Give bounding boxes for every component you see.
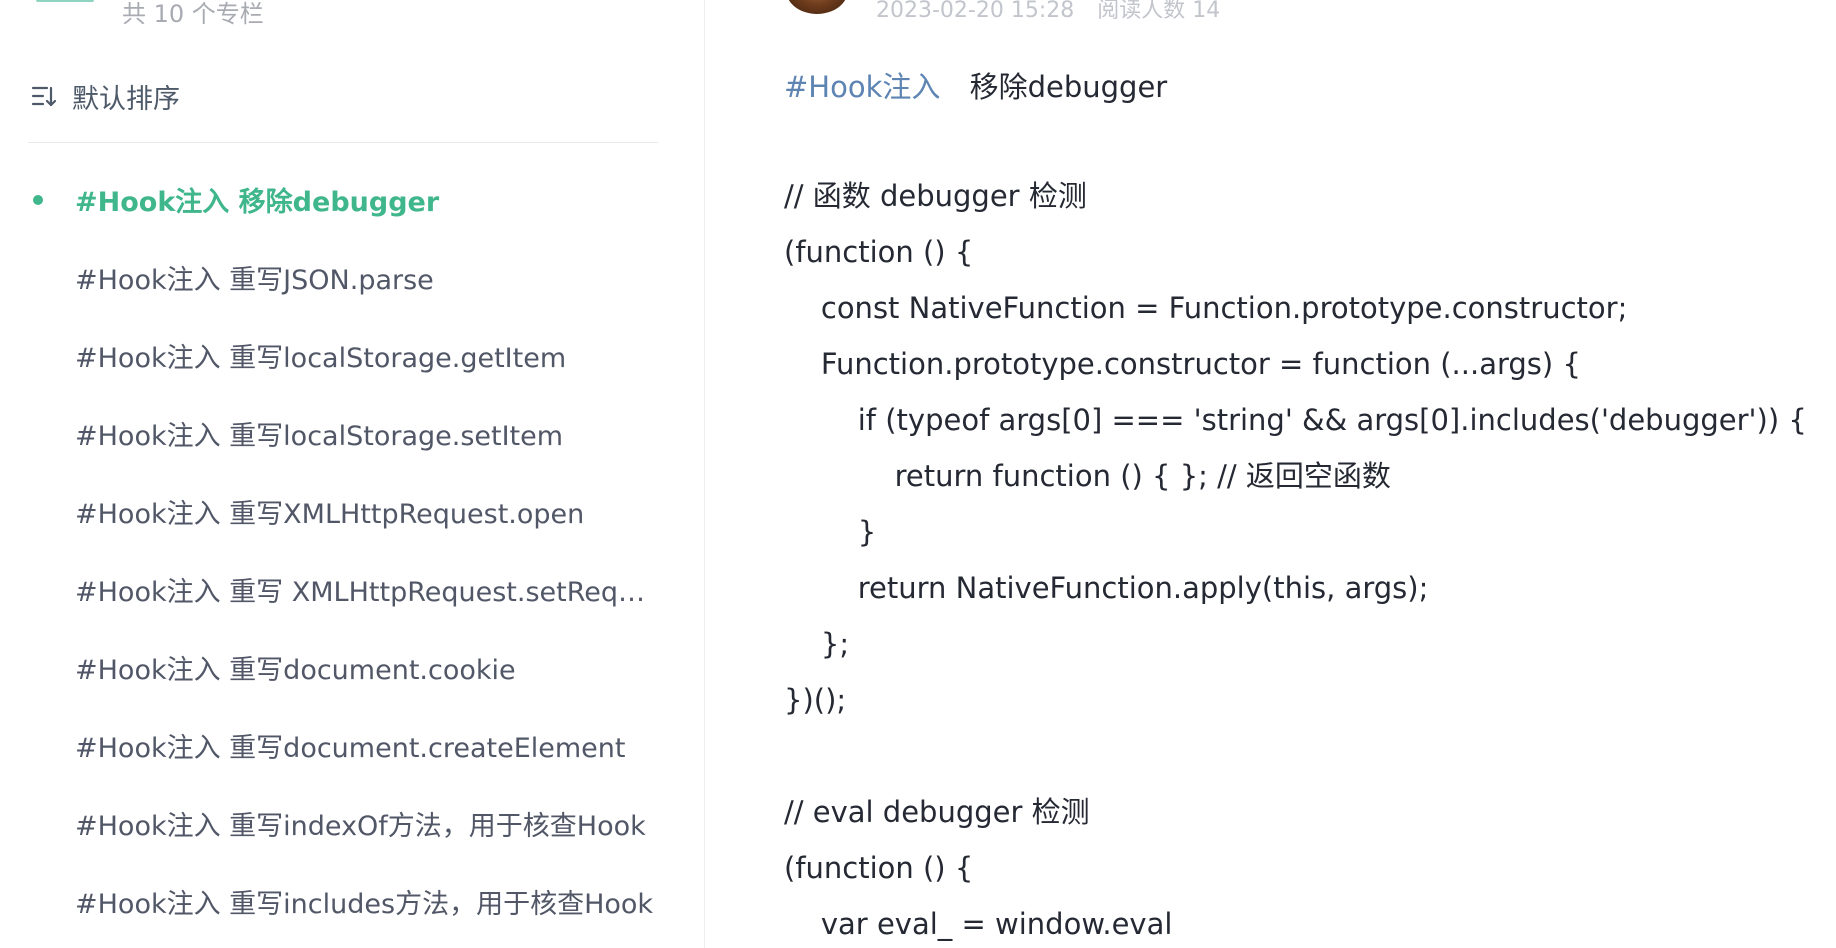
- column-article-title: #Hook注入 重写document.cookie: [75, 654, 516, 686]
- code-line: if (typeof args[0] === 'string' && args[…: [784, 403, 1807, 437]
- sort-lines-icon: [31, 86, 57, 107]
- sidebar-divider: [28, 142, 658, 143]
- column-article-title: #Hook注入 重写XMLHttpRequest.open: [75, 498, 585, 530]
- column-article-list: #Hook注入 移除debugger #Hook注入 重写JSON.parse #H…: [0, 160, 704, 940]
- code-block: // 函数 debugger 检测 (function () { const Na…: [784, 168, 1824, 948]
- code-line: (function () {: [784, 851, 974, 885]
- column-article-title: #Hook注入 重写 XMLHttpRequest.setRequestHead…: [75, 576, 659, 608]
- code-line: var eval_ = window.eval: [784, 907, 1173, 941]
- active-indicator-dot: [33, 195, 43, 205]
- column-article-item[interactable]: #Hook注入 重写document.createElement: [0, 706, 704, 784]
- column-article-title: #Hook注入 重写localStorage.setItem: [75, 420, 564, 452]
- code-line: Function.prototype.constructor = functio…: [784, 347, 1581, 381]
- sort-button[interactable]: 默认排序: [30, 78, 180, 115]
- column-article-item[interactable]: #Hook注入 重写XMLHttpRequest.open: [0, 472, 704, 550]
- hashtag-link[interactable]: #Hook注入: [784, 70, 940, 104]
- code-line: (function () {: [784, 235, 974, 269]
- sort-label: 默认排序: [72, 83, 180, 115]
- publish-date: 2023-02-20 15:28: [876, 0, 1075, 23]
- column-article-item[interactable]: #Hook注入 移除debugger: [0, 160, 704, 238]
- column-article-item[interactable]: #Hook注入 重写includes方法，用于核查Hook: [0, 862, 704, 940]
- article-meta: 2023-02-20 15:28 阅读人数 14: [876, 0, 1236, 24]
- code-line: return NativeFunction.apply(this, args);: [784, 571, 1429, 605]
- column-article-title: #Hook注入 重写includes方法，用于核查Hook: [75, 888, 654, 920]
- title-text: 移除debugger: [969, 70, 1168, 104]
- column-article-title: #Hook注入 重写indexOf方法，用于核查Hook: [75, 810, 646, 842]
- column-article-item[interactable]: #Hook注入 重写indexOf方法，用于核查Hook: [0, 784, 704, 862]
- column-article-item[interactable]: #Hook注入 重写document.cookie: [0, 628, 704, 706]
- article-title: #Hook注入 移除debugger: [784, 64, 1167, 106]
- column-article-item[interactable]: #Hook注入 重写 XMLHttpRequest.setRequestHead…: [0, 550, 704, 628]
- code-line: const NativeFunction = Function.prototyp…: [784, 291, 1628, 325]
- column-article-item[interactable]: #Hook注入 重写localStorage.getItem: [0, 316, 704, 394]
- article-content: 2023-02-20 15:28 阅读人数 14 #Hook注入 移除debug…: [706, 0, 1836, 948]
- column-article-title: #Hook注入 移除debugger: [75, 186, 440, 218]
- code-line: return function () { }; // 返回空函数: [784, 459, 1391, 493]
- code-line: }: [784, 515, 877, 549]
- author-avatar[interactable]: [786, 0, 848, 14]
- column-article-title: #Hook注入 重写document.createElement: [75, 732, 626, 764]
- code-line: })();: [784, 683, 847, 717]
- column-accent-bar: [36, 0, 94, 2]
- column-article-item[interactable]: #Hook注入 重写JSON.parse: [0, 238, 704, 316]
- column-sidebar: 共 10 个专栏 默认排序 #Hook注入 移除debugger #Hook注入 …: [0, 0, 705, 948]
- column-article-title: #Hook注入 重写JSON.parse: [75, 264, 434, 296]
- column-count: 共 10 个专栏: [122, 0, 264, 28]
- column-article-item[interactable]: #Hook注入 重写localStorage.setItem: [0, 394, 704, 472]
- read-count: 阅读人数 14: [1097, 0, 1221, 23]
- code-line: };: [784, 627, 850, 661]
- column-article-title: #Hook注入 重写localStorage.getItem: [75, 342, 567, 374]
- page: 共 10 个专栏 默认排序 #Hook注入 移除debugger #Hook注入 …: [0, 0, 1836, 948]
- code-line: // eval debugger 检测: [784, 795, 1090, 829]
- code-line: // 函数 debugger 检测: [784, 179, 1087, 213]
